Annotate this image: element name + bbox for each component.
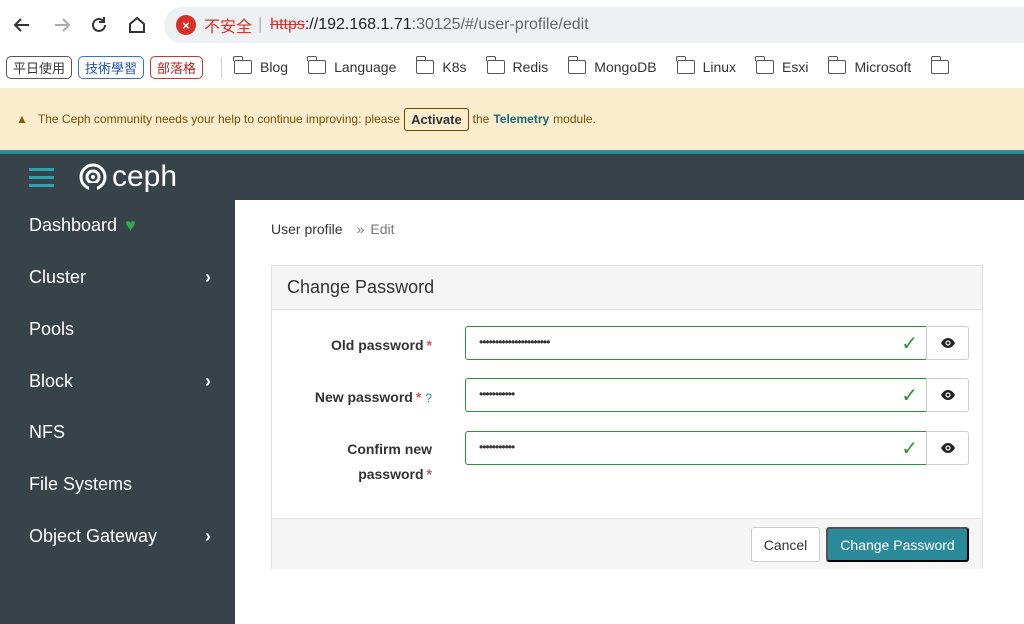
banner-text-end: module. (553, 112, 596, 126)
banner-text-the: the (472, 112, 490, 126)
sidebar-item-label: Cluster (29, 267, 87, 287)
show-password-eye-icon[interactable] (926, 431, 969, 465)
bookmarks-bar: 平日使用 技術學習 部落格 Blog Language K8s Redis Mo… (0, 50, 1024, 84)
bookmark-tag-tech[interactable]: 技術學習 (78, 55, 145, 79)
sidebar-item-label: Pools (29, 319, 75, 339)
bookmark-label: MongoDB (594, 59, 657, 75)
back-arrow-icon[interactable] (9, 12, 35, 38)
address-bar[interactable]: × 不安全 | https://192.168.1.71:30125/#/use… (164, 7, 1024, 43)
show-password-eye-icon[interactable] (926, 326, 969, 360)
bookmark-folder[interactable]: Linux (675, 56, 737, 75)
chevron-right-icon: › (205, 526, 211, 546)
sidebar-item-file-systems[interactable]: File Systems (29, 474, 219, 495)
activate-button[interactable]: Activate (404, 107, 469, 131)
hamburger-menu-icon[interactable] (29, 168, 54, 192)
bookmark-label: K8s (442, 59, 467, 75)
telemetry-link[interactable]: Telemetry (493, 112, 549, 126)
folder-icon (415, 56, 435, 74)
sidebar: Dashboard ♥ Cluster › Pools Block › NFS … (0, 200, 235, 624)
browser-toolbar: × 不安全 | https://192.168.1.71:30125/#/use… (0, 0, 1024, 50)
app-header: ceph (0, 150, 1024, 200)
confirm-password-input[interactable]: ••••••••••• ✓ (465, 431, 927, 465)
ceph-logo[interactable]: ceph (78, 160, 177, 194)
sidebar-item-object-gateway[interactable]: Object Gateway › (29, 526, 219, 547)
bookmark-tag-daily[interactable]: 平日使用 (6, 55, 73, 79)
sidebar-item-label: Block (29, 371, 74, 391)
confirm-password-label: Confirm new password * (347, 441, 432, 482)
folder-icon (675, 56, 695, 74)
ceph-logo-icon (79, 163, 107, 192)
folder-icon (755, 56, 775, 74)
sidebar-item-label: Object Gateway (29, 526, 158, 546)
reload-icon[interactable] (86, 12, 112, 38)
telemetry-banner: ▲ The Ceph community needs your help to … (0, 88, 1024, 150)
warning-icon: ▲ (16, 112, 28, 126)
bookmark-folder[interactable]: K8s (415, 56, 467, 75)
url-scheme: https (270, 16, 305, 33)
valid-check-icon: ✓ (901, 333, 918, 355)
forward-arrow-icon[interactable] (49, 12, 75, 38)
bookmark-label: Microsoft (854, 59, 912, 75)
old-password-input[interactable]: •••••••••••••••••••••• ✓ (465, 326, 927, 360)
folder-icon (307, 56, 327, 74)
url-path: :30125/#/user-profile/edit (411, 16, 589, 33)
masked-value: •••••••••••••••••••••• (479, 335, 550, 349)
bookmark-folder[interactable]: MongoDB (567, 56, 657, 75)
cancel-button[interactable]: Cancel (751, 527, 820, 562)
bookmark-label: Language (334, 59, 397, 75)
sidebar-item-label: File Systems (29, 474, 133, 494)
valid-check-icon: ✓ (901, 438, 918, 460)
help-icon[interactable]: ? (425, 391, 432, 405)
folder-icon (233, 56, 253, 74)
bookmark-folder[interactable]: Blog (233, 56, 289, 75)
bookmark-folder[interactable]: Redis (485, 56, 549, 75)
bookmark-folder[interactable]: Esxi (755, 56, 809, 75)
insecure-label[interactable]: 不安全 (204, 13, 252, 37)
bookmark-label: Blog (260, 59, 289, 75)
security-warning-icon[interactable]: × (176, 15, 196, 35)
change-password-card: Change Password Old password * ••••••••••… (271, 265, 983, 569)
sidebar-item-label: Dashboard (29, 215, 118, 235)
folder-icon (485, 56, 505, 74)
sidebar-item-cluster[interactable]: Cluster › (29, 267, 219, 288)
sidebar-item-nfs[interactable]: NFS (29, 422, 219, 443)
new-password-label: New password *? (314, 389, 432, 405)
card-footer: Cancel Change Password (272, 518, 982, 569)
home-icon[interactable] (124, 12, 150, 38)
masked-value: ••••••••••• (479, 440, 515, 454)
logo-text: ceph (112, 160, 178, 193)
valid-check-icon: ✓ (901, 385, 918, 407)
folder-icon (567, 56, 587, 74)
bookmark-folder-overflow[interactable] (930, 56, 957, 74)
url-host: ://192.168.1.71 (304, 16, 412, 33)
masked-value: ••••••••••• (479, 387, 515, 401)
new-password-input[interactable]: ••••••••••• ✓ (465, 378, 927, 412)
chevron-right-icon: › (205, 267, 211, 287)
sidebar-item-block[interactable]: Block › (29, 371, 219, 392)
banner-text: The Ceph community needs your help to co… (37, 112, 401, 126)
bookmark-label: Esxi (782, 59, 809, 75)
old-password-label: Old password * (330, 337, 432, 353)
chevron-right-icon: › (205, 371, 211, 391)
health-heart-icon: ♥ (125, 215, 136, 235)
show-password-eye-icon[interactable] (926, 378, 969, 412)
breadcrumb-separator: » (356, 221, 365, 237)
address-separator: | (258, 16, 263, 33)
bookmarks-divider (221, 57, 223, 77)
bookmark-folder[interactable]: Language (307, 56, 397, 75)
folder-icon (930, 56, 950, 74)
change-password-button[interactable]: Change Password (826, 527, 969, 562)
sidebar-item-dashboard[interactable]: Dashboard ♥ (29, 215, 219, 236)
folder-icon (827, 56, 847, 74)
bookmark-label: Redis (512, 59, 549, 75)
breadcrumb-user-profile[interactable]: User profile (271, 221, 343, 237)
breadcrumb-current: Edit (370, 221, 395, 237)
card-title: Change Password (272, 266, 982, 310)
sidebar-item-label: NFS (29, 422, 65, 442)
bookmark-label: Linux (702, 59, 737, 75)
sidebar-item-pools[interactable]: Pools (29, 319, 219, 340)
bookmark-folder[interactable]: Microsoft (827, 56, 912, 75)
bookmark-tag-blog[interactable]: 部落格 (150, 55, 204, 79)
breadcrumb: User profile » Edit (271, 221, 395, 237)
